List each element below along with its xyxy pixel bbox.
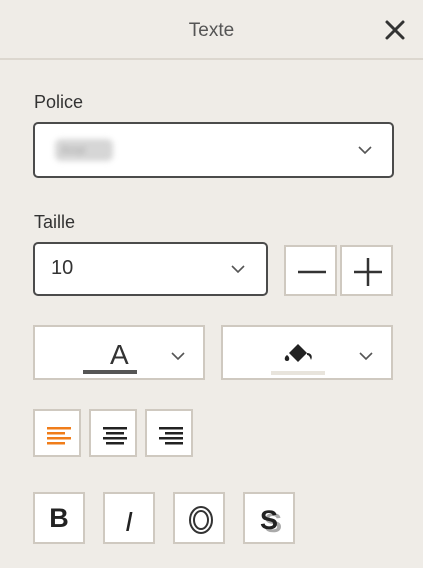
- font-value-blurred: Arial: [55, 139, 113, 161]
- outline-button[interactable]: [173, 492, 225, 544]
- align-center-button[interactable]: [89, 409, 137, 457]
- panel-header: Texte: [0, 0, 423, 60]
- font-label: Police: [34, 92, 84, 112]
- size-label: Taille: [34, 212, 76, 232]
- align-left-icon: [47, 427, 71, 445]
- increase-size-button[interactable]: [340, 245, 393, 296]
- bold-button[interactable]: B: [33, 492, 85, 544]
- paint-bucket-icon: [271, 344, 373, 375]
- chevron-down-icon: [359, 352, 373, 361]
- chevron-down-icon: [231, 265, 245, 274]
- decrease-size-button[interactable]: [284, 245, 337, 296]
- font-select[interactable]: Arial: [33, 122, 394, 178]
- text-color-dropdown[interactable]: A: [33, 325, 205, 380]
- svg-text:S: S: [260, 505, 278, 535]
- shadow-button[interactable]: S S: [243, 492, 295, 544]
- italic-icon: I: [125, 506, 133, 537]
- highlight-color-dropdown[interactable]: [221, 325, 393, 380]
- chevron-down-icon: [358, 146, 372, 155]
- text-color-icon: A: [83, 339, 185, 374]
- text-color-glyph: A: [110, 339, 129, 370]
- outline-icon: [189, 506, 213, 534]
- shadow-icon: S S: [260, 505, 282, 538]
- svg-text:I: I: [125, 506, 133, 537]
- plus-icon: [354, 258, 382, 286]
- size-select[interactable]: 10: [33, 242, 268, 296]
- size-value: 10: [51, 257, 74, 279]
- align-right-icon: [159, 427, 183, 445]
- panel-title: Texte: [188, 20, 235, 41]
- bold-icon: B: [49, 503, 69, 533]
- align-center-icon: [103, 427, 127, 445]
- align-left-button[interactable]: [33, 409, 81, 457]
- highlight-color-swatch: [271, 371, 325, 375]
- minus-icon: [298, 270, 326, 274]
- chevron-down-icon: [171, 352, 185, 361]
- align-right-button[interactable]: [145, 409, 193, 457]
- text-color-swatch: [83, 370, 137, 374]
- italic-button[interactable]: I: [103, 492, 155, 544]
- close-icon[interactable]: [383, 18, 407, 42]
